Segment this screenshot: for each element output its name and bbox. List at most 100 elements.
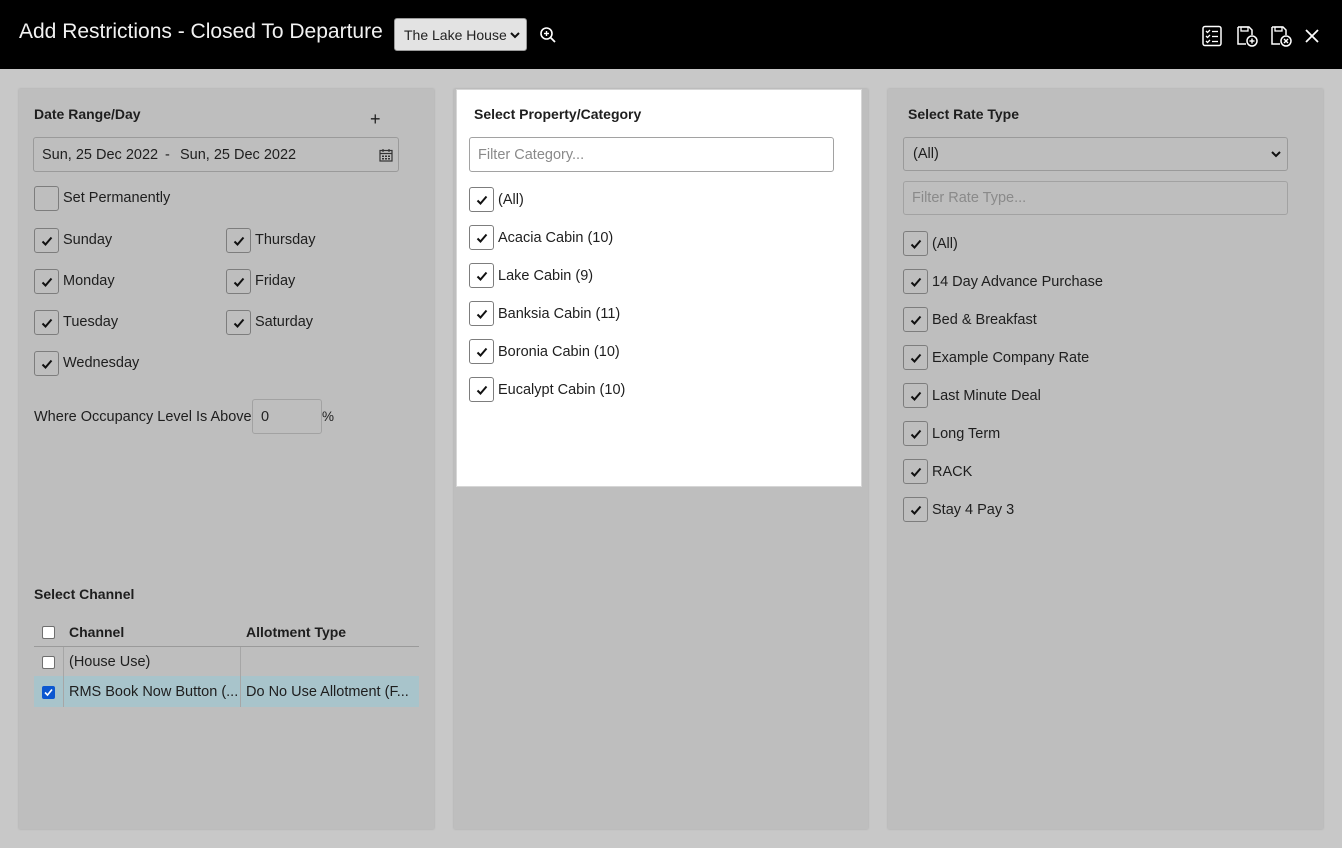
tuesday-checkbox[interactable] bbox=[34, 310, 59, 335]
save-close-icon[interactable] bbox=[1270, 25, 1292, 47]
category-heading: Select Property/Category bbox=[474, 106, 642, 122]
rate-last-minute-checkbox[interactable] bbox=[903, 383, 928, 408]
check-icon bbox=[910, 505, 922, 515]
property-select[interactable]: The Lake House bbox=[394, 18, 527, 51]
rate-type-item-label: Example Company Rate bbox=[932, 350, 1090, 366]
rate-company-checkbox[interactable] bbox=[903, 345, 928, 370]
thursday-label: Thursday bbox=[255, 232, 316, 248]
check-icon bbox=[910, 239, 922, 249]
filter-rate-type-input[interactable]: Filter Rate Type... bbox=[903, 181, 1288, 215]
rate-type-item-label: (All) bbox=[932, 236, 958, 252]
category-item-label: Banksia Cabin (11) bbox=[498, 306, 621, 322]
house-use-checkbox[interactable] bbox=[42, 656, 55, 669]
banksia-cabin-checkbox[interactable] bbox=[469, 301, 494, 326]
set-permanently-label: Set Permanently bbox=[63, 190, 171, 206]
start-date: Sun, 25 Dec 2022 bbox=[42, 147, 159, 163]
save-add-icon[interactable] bbox=[1236, 25, 1258, 47]
rate-type-heading: Select Rate Type bbox=[908, 106, 1020, 122]
channel-table: Channel Allotment Type (House Use) RMS B… bbox=[34, 617, 419, 707]
rate-rack-checkbox[interactable] bbox=[903, 459, 928, 484]
date-range-input[interactable]: Sun, 25 Dec 2022 - Sun, 25 Dec 2022 bbox=[33, 137, 399, 172]
channel-name: RMS Book Now Button (... bbox=[69, 684, 239, 700]
calendar-icon[interactable] bbox=[379, 148, 393, 162]
saturday-checkbox[interactable] bbox=[226, 310, 251, 335]
friday-checkbox[interactable] bbox=[226, 269, 251, 294]
check-icon bbox=[41, 359, 53, 369]
rate-type-item-label: Stay 4 Pay 3 bbox=[932, 502, 1015, 518]
table-row[interactable]: RMS Book Now Button (... Do No Use Allot… bbox=[34, 676, 419, 707]
channel-name: (House Use) bbox=[69, 654, 151, 670]
monday-checkbox[interactable] bbox=[34, 269, 59, 294]
check-icon bbox=[233, 318, 245, 328]
channel-column-header: Channel bbox=[69, 624, 125, 640]
thursday-checkbox[interactable] bbox=[226, 228, 251, 253]
channel-heading: Select Channel bbox=[34, 586, 135, 602]
category-item-label: Lake Cabin (9) bbox=[498, 268, 594, 284]
category-item-label: Acacia Cabin (10) bbox=[498, 230, 614, 246]
saturday-label: Saturday bbox=[255, 314, 314, 330]
table-row[interactable]: (House Use) bbox=[34, 647, 419, 676]
check-icon bbox=[476, 309, 488, 319]
tuesday-label: Tuesday bbox=[63, 314, 119, 330]
check-icon bbox=[233, 277, 245, 287]
rate-type-item-label: 14 Day Advance Purchase bbox=[932, 274, 1103, 290]
occupancy-value: 0 bbox=[261, 408, 270, 425]
check-icon bbox=[41, 318, 53, 328]
check-icon bbox=[910, 277, 922, 287]
filter-rate-type-placeholder: Filter Rate Type... bbox=[912, 190, 1027, 206]
add-date-range-button[interactable]: + bbox=[370, 109, 381, 130]
sunday-label: Sunday bbox=[63, 232, 113, 248]
set-permanently-checkbox[interactable] bbox=[34, 186, 59, 211]
rate-type-item-label: RACK bbox=[932, 464, 973, 480]
zoom-in-icon[interactable] bbox=[539, 26, 557, 44]
boronia-cabin-checkbox[interactable] bbox=[469, 339, 494, 364]
select-all-channels-checkbox[interactable] bbox=[42, 626, 55, 639]
wednesday-label: Wednesday bbox=[63, 355, 140, 371]
category-all-checkbox[interactable] bbox=[469, 187, 494, 212]
check-icon bbox=[476, 233, 488, 243]
sunday-checkbox[interactable] bbox=[34, 228, 59, 253]
rate-bed-breakfast-checkbox[interactable] bbox=[903, 307, 928, 332]
rate-long-term-checkbox[interactable] bbox=[903, 421, 928, 446]
filter-category-input[interactable]: Filter Category... bbox=[469, 137, 834, 172]
rate-type-select[interactable]: (All) bbox=[903, 137, 1288, 171]
end-date: Sun, 25 Dec 2022 bbox=[180, 147, 297, 163]
rate-type-item-label: Bed & Breakfast bbox=[932, 312, 1037, 328]
check-icon bbox=[476, 347, 488, 357]
allotment-type: Do No Use Allotment (F... bbox=[246, 684, 409, 700]
rate-stay4pay3-checkbox[interactable] bbox=[903, 497, 928, 522]
occupancy-input[interactable]: 0 bbox=[252, 399, 322, 434]
check-icon bbox=[476, 385, 488, 395]
friday-label: Friday bbox=[255, 273, 296, 289]
check-icon bbox=[910, 429, 922, 439]
close-icon[interactable] bbox=[1303, 27, 1321, 45]
category-item-label: (All) bbox=[498, 192, 524, 208]
check-icon bbox=[910, 467, 922, 477]
eucalypt-cabin-checkbox[interactable] bbox=[469, 377, 494, 402]
title-bar: Add Restrictions - Closed To Departure T… bbox=[0, 0, 1342, 69]
filter-category-placeholder: Filter Category... bbox=[478, 146, 585, 163]
check-icon bbox=[233, 236, 245, 246]
check-icon bbox=[44, 688, 53, 697]
channel-table-header: Channel Allotment Type bbox=[34, 617, 419, 647]
rms-book-now-checkbox[interactable] bbox=[42, 686, 55, 699]
lake-cabin-checkbox[interactable] bbox=[469, 263, 494, 288]
checklist-icon[interactable] bbox=[1201, 25, 1223, 47]
occupancy-unit: % bbox=[322, 409, 335, 424]
wednesday-checkbox[interactable] bbox=[34, 351, 59, 376]
page-title: Add Restrictions - Closed To Departure bbox=[19, 20, 383, 43]
rate-type-item-label: Long Term bbox=[932, 426, 1001, 442]
category-item-label: Boronia Cabin (10) bbox=[498, 344, 620, 360]
rate-all-checkbox[interactable] bbox=[903, 231, 928, 256]
monday-label: Monday bbox=[63, 273, 115, 289]
rate-type-item-label: Last Minute Deal bbox=[932, 388, 1041, 404]
acacia-cabin-checkbox[interactable] bbox=[469, 225, 494, 250]
rate-14-day-checkbox[interactable] bbox=[903, 269, 928, 294]
check-icon bbox=[910, 353, 922, 363]
date-range-heading: Date Range/Day bbox=[34, 106, 141, 122]
check-icon bbox=[476, 195, 488, 205]
rate-type-select-value: (All) bbox=[913, 146, 939, 162]
check-icon bbox=[41, 277, 53, 287]
check-icon bbox=[41, 236, 53, 246]
date-separator: - bbox=[165, 147, 170, 163]
